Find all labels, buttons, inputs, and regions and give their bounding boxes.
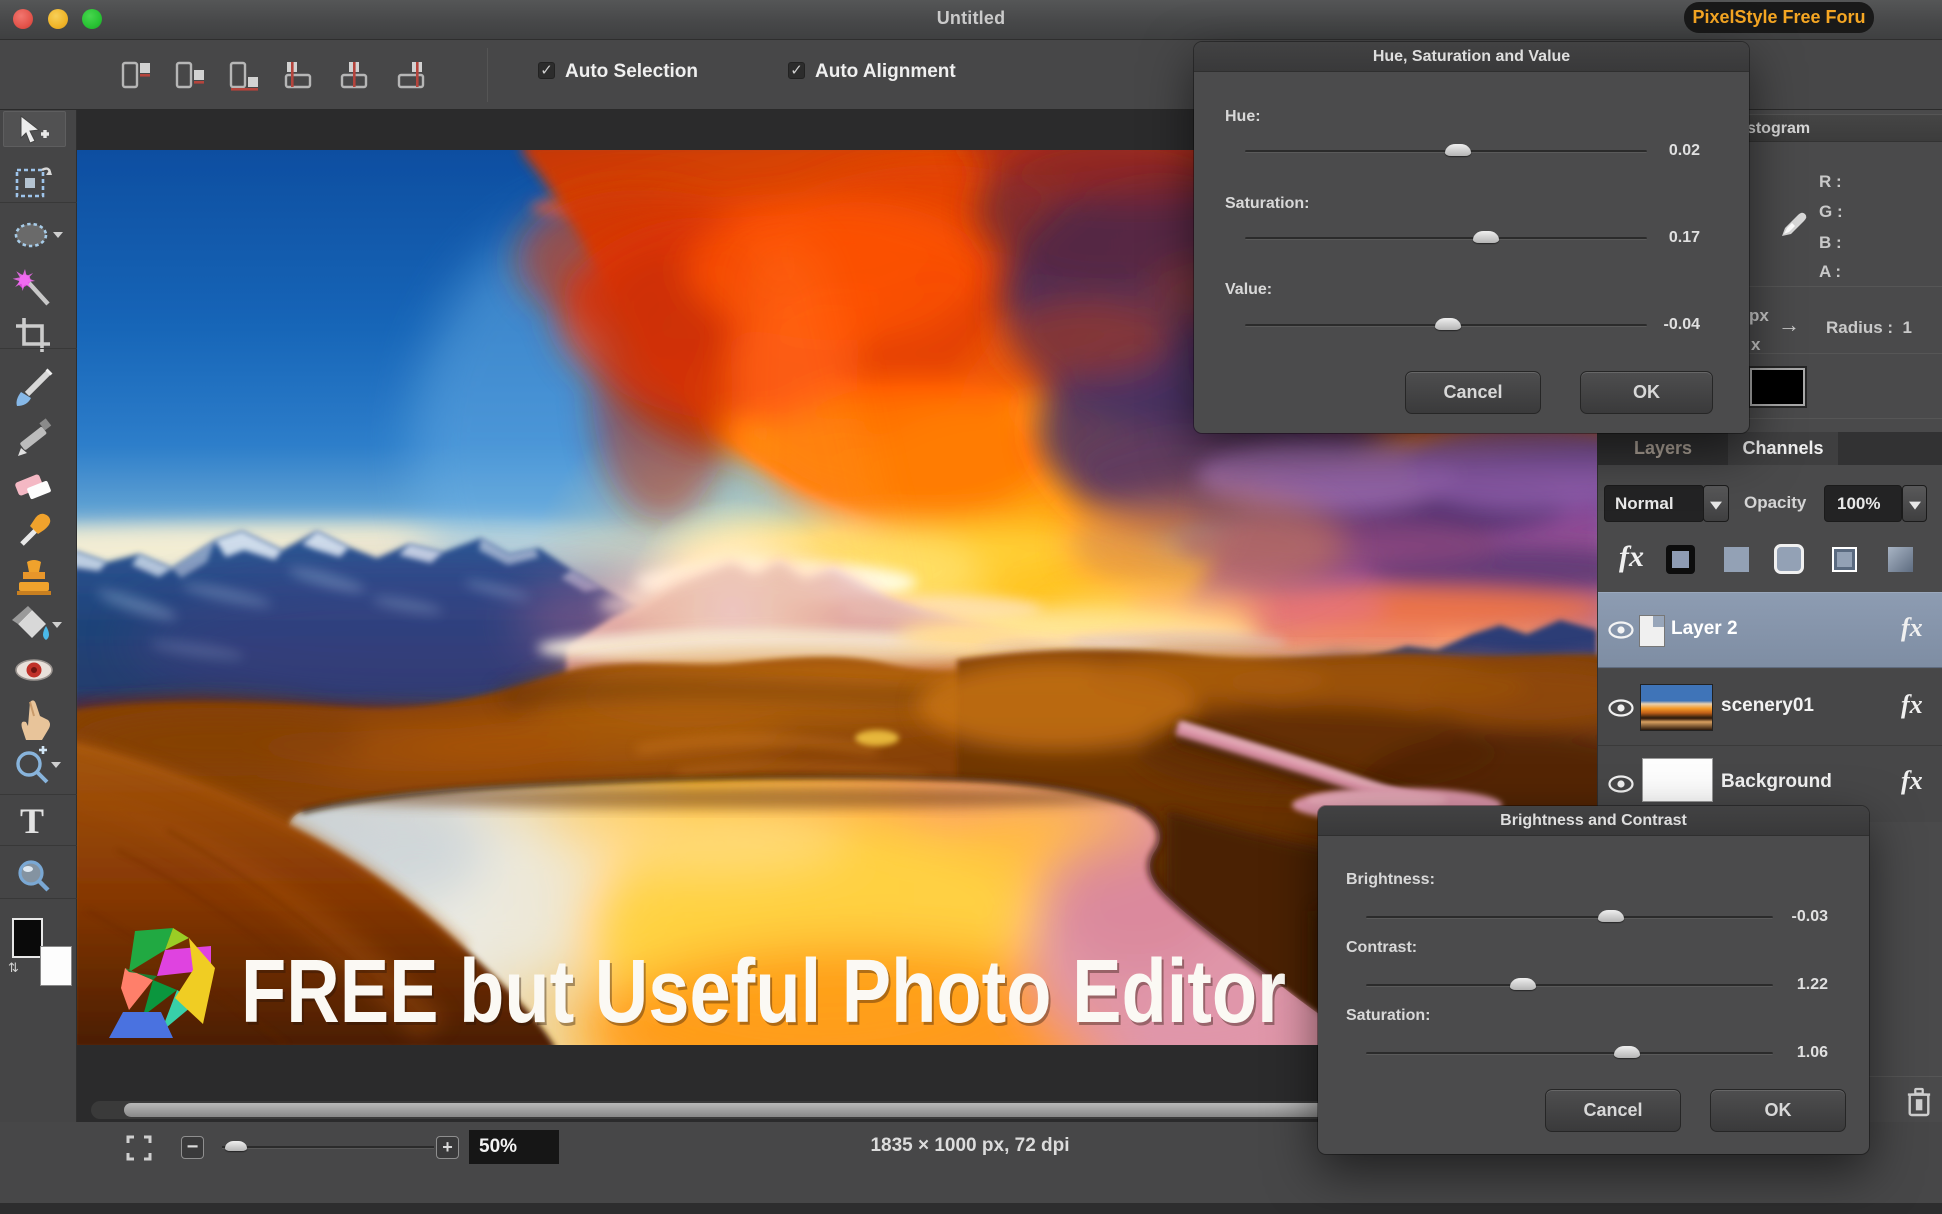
svg-text:FREE but Useful Photo Editor: FREE but Useful Photo Editor bbox=[241, 942, 1286, 1042]
